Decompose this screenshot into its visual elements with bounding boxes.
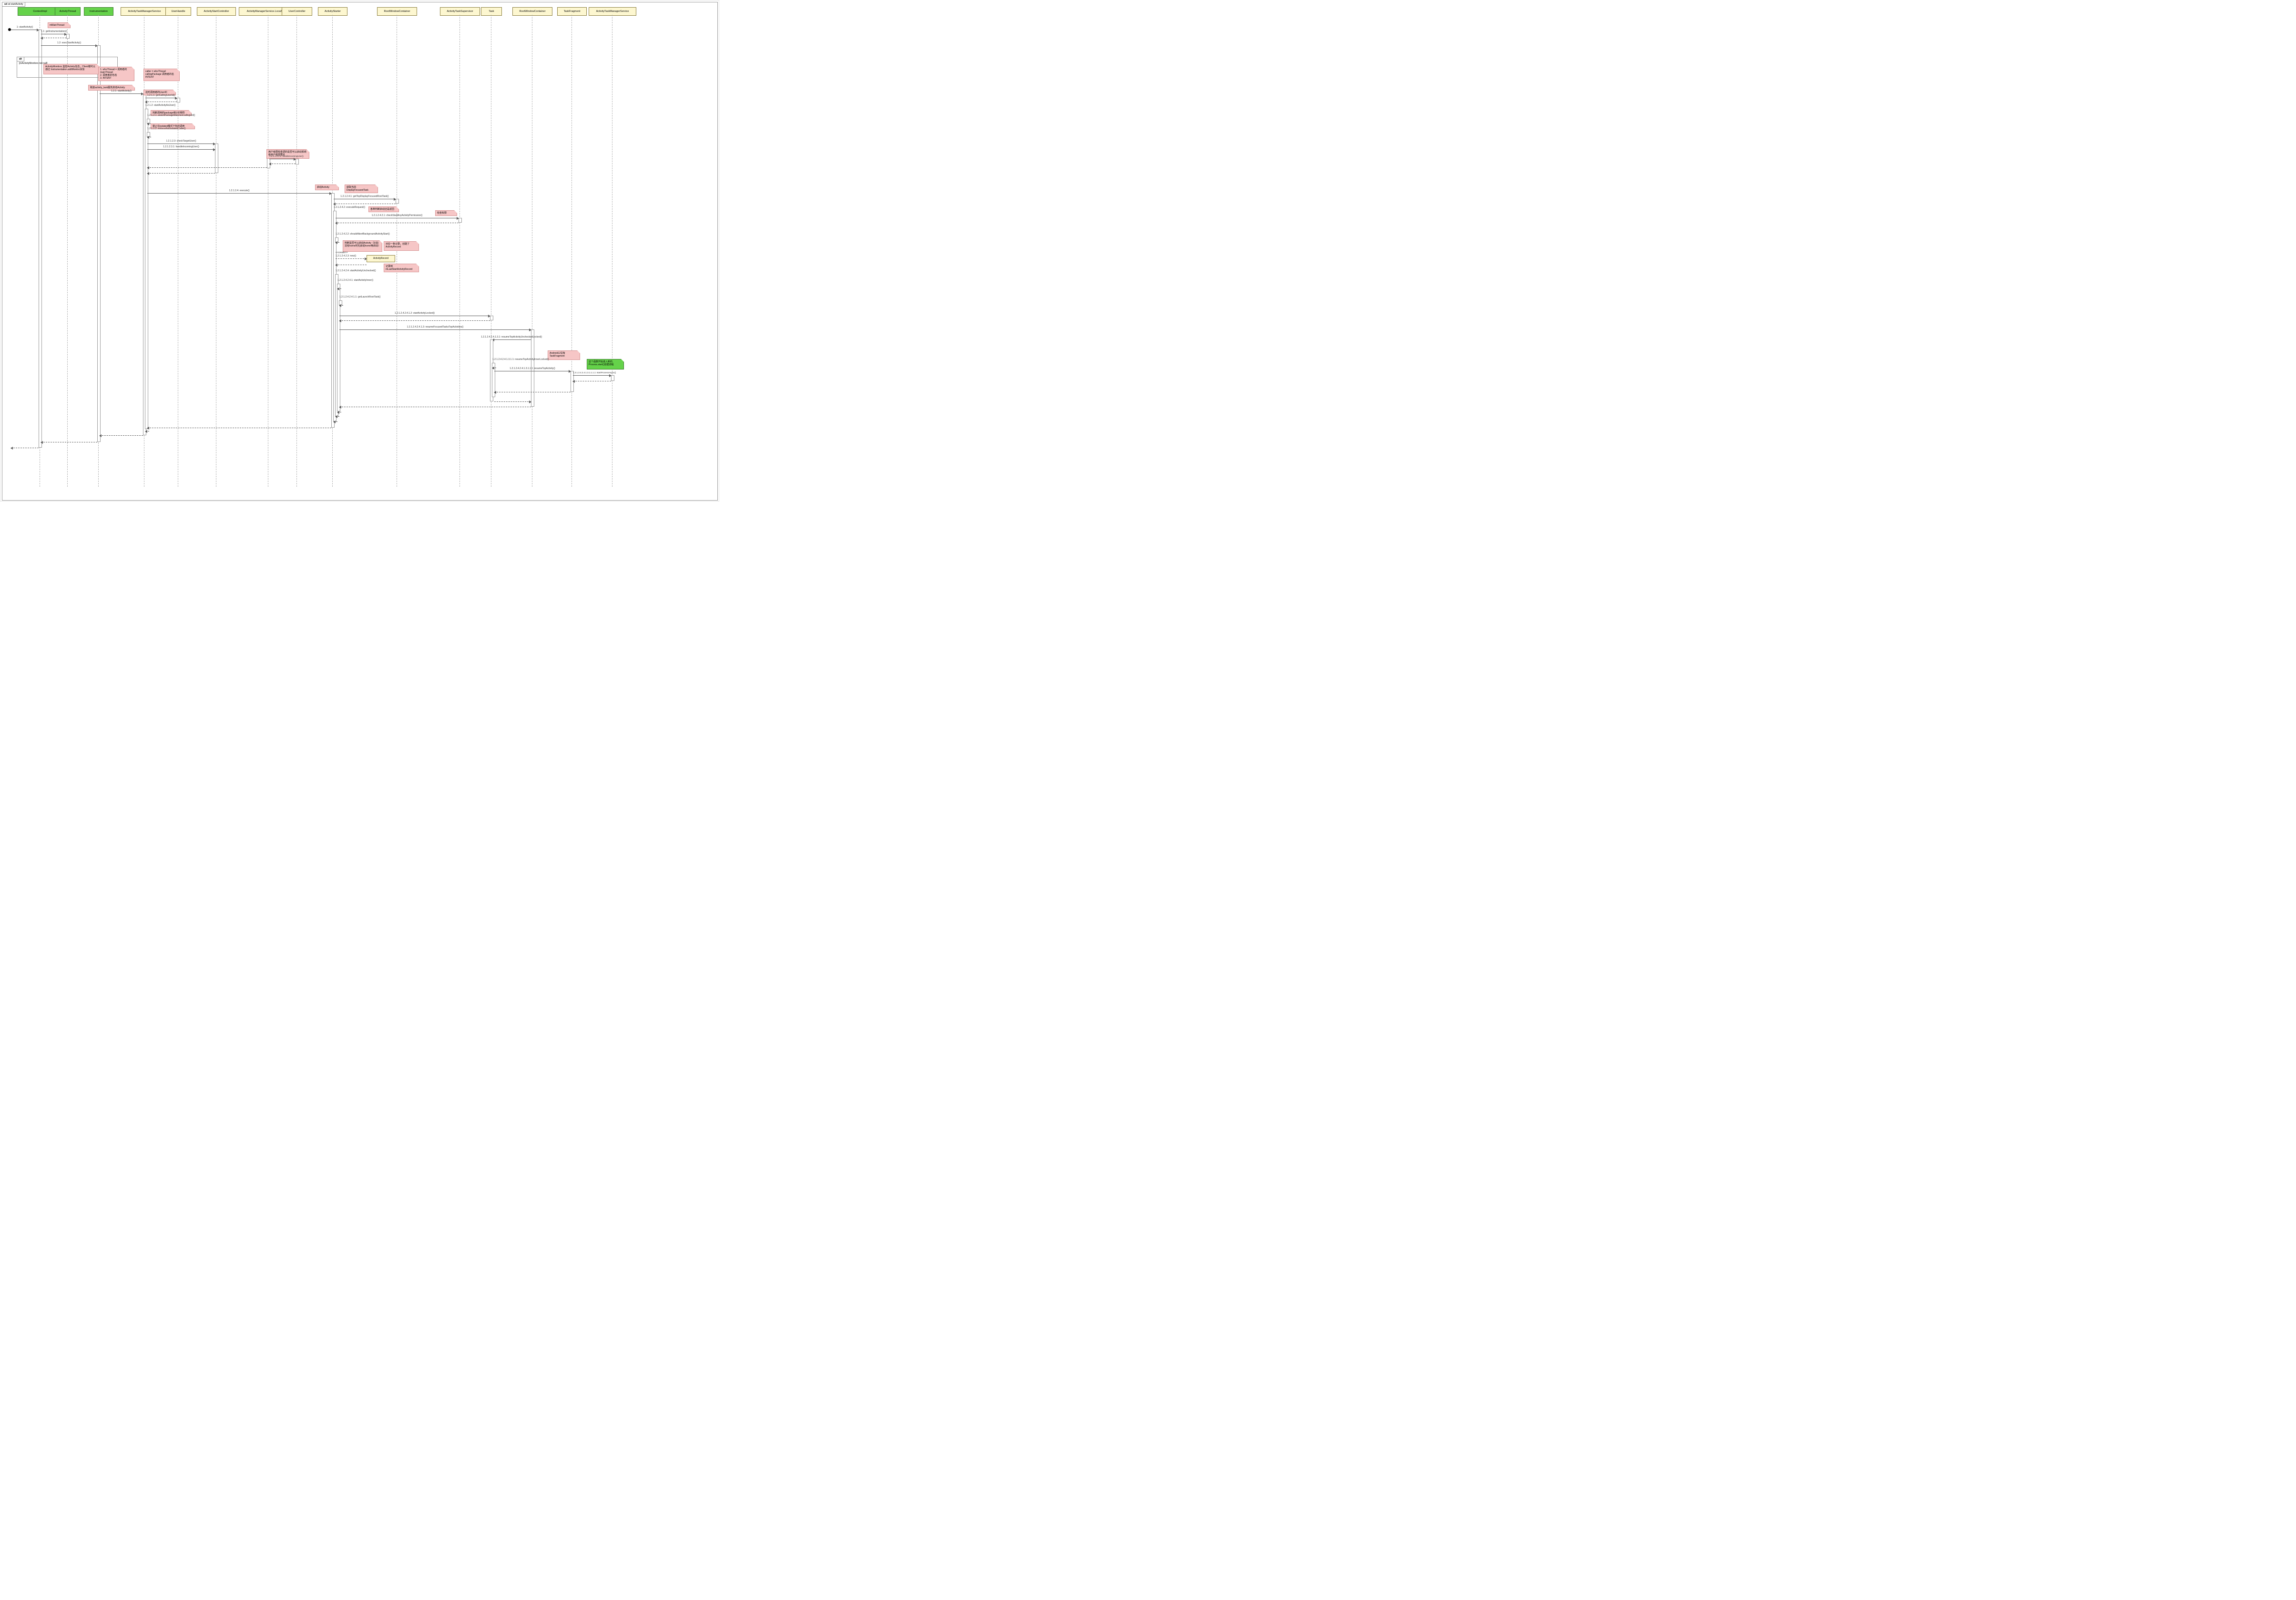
msg-label: 1.2.1.2.4.2.1: checkStartAnyActivityPerm… — [336, 214, 459, 217]
msg-label: 1.2.1: startActivity() — [100, 90, 143, 92]
ret — [145, 428, 149, 429]
participant-instrumentation: Instrumentation — [84, 7, 113, 16]
participant-activitythread: ActivityThread — [55, 7, 81, 16]
msg-label: 1: startActivity() — [11, 26, 39, 29]
msg-label: 1.2.1.2.4.2.4.1: startActivityInner() — [337, 279, 385, 282]
activation — [396, 199, 399, 204]
ret — [336, 239, 339, 240]
participant-usercontroller: UserController — [282, 7, 312, 16]
activation — [459, 218, 462, 223]
participant-rootwindow2: RootWindowContainer — [512, 7, 552, 16]
msg-resumetopactivity: 1.2.1.2.4.2.4.1.3.1.1.1: resumeTopActivi… — [494, 368, 571, 369]
sequence-diagram: sd sd startActivity ContextImpl Activity… — [0, 0, 719, 502]
sd-title: sd startActivity — [8, 3, 23, 6]
msg-label: 1.2.1.2.4.1: getTopDisplayFocusedRootTas… — [334, 195, 396, 198]
lifeline — [459, 15, 460, 487]
participant-rootwindow: RootWindowContainer — [377, 7, 417, 16]
msg-label: 1.2.1.2.4.2.4.1.3.1.1: resumeTopActivity… — [492, 358, 554, 361]
ret — [336, 413, 339, 414]
msg-label: 1.2.1.2.1: assertPackageMatchesCallingUi… — [147, 114, 190, 117]
note-permcheck: 各种判断启动还是返回 — [368, 206, 399, 212]
lifeline — [67, 15, 68, 487]
activation — [296, 159, 299, 164]
note-monitors: ActivityMonitors 监控Activity信息。Client端可以通… — [43, 64, 100, 74]
ret — [573, 378, 611, 379]
msg-label: 1.2.1.2.4.2.4.1.3.1: resumeTopActivityUn… — [464, 336, 559, 338]
alt-frame-label: alt — [17, 57, 24, 62]
msg-label: 1.2.1.2.4.2.4.1.3.1.1.1: resumeTopActivi… — [494, 367, 571, 370]
note-mainthread: mMainThread — [48, 22, 71, 28]
msg-label: 1.2.1.2.4.2.4.1.2: startActivityLocked() — [339, 312, 490, 315]
activation — [215, 144, 218, 173]
msg-label: 1.2.1.2.4.2.4.1.3: resumeFocusedTasksTop… — [339, 326, 531, 328]
participant-activitystarter: ActivityStarter — [318, 7, 347, 16]
activation — [66, 34, 70, 39]
activation — [611, 375, 614, 381]
msg-label: 1.2.1.2.4.2.4.1.1: getLaunchRootTask() — [339, 296, 392, 298]
note-activityrecord: 对应一条记录，创建了ActivityRecord — [384, 241, 419, 251]
msg-label: 1.2.1.2.3.1.1: handleIncomingUser() — [269, 155, 296, 157]
activation — [177, 98, 180, 103]
activation — [39, 30, 42, 448]
participant-taskfragment: TaskFragment — [557, 7, 587, 16]
msg-label: 1.2.1.2.3: checkTargetUser() — [147, 140, 215, 143]
participant-atms2: ActivityTaskManagerService — [589, 7, 636, 16]
ret — [494, 389, 571, 390]
note-gettop: 获取当前DisplayFocusedTask — [345, 185, 378, 193]
participant-asc: ActivityStartController — [197, 7, 236, 16]
note-finalstep: 这个函数开始进入新的Process.start()创建进程 — [587, 359, 624, 369]
msg-label: 1.2: execStartActivity() — [41, 41, 97, 44]
participant-task: Task — [481, 7, 502, 16]
participant-userhandle: UserHandle — [165, 7, 191, 16]
msg-label: 1.2.1.2.4.2: executeRequest() — [334, 206, 368, 209]
msg-label: 1.2.1.2.4.2.2: shouldAbortBackgroundActi… — [336, 233, 398, 236]
ret — [147, 164, 267, 165]
note-params1: 1. whoThread = 调用者的mainThread 2. 调用者的包名 … — [98, 67, 134, 81]
ret — [41, 439, 97, 440]
msg-1-2-1-2-2: 1.2.1.2.2: enforceNotIsolatedCaller() — [147, 128, 190, 129]
msg-label: 1.2.1.2.4.2.4.1.3.1.1.1.1: startProcessA… — [573, 371, 611, 374]
activation — [490, 316, 493, 320]
lifeline — [571, 15, 572, 487]
msg-label: 1.2.1.1: getCallingUserId() — [145, 94, 177, 97]
ret — [339, 302, 343, 303]
msg-1-2-1-2-4: 1.2.1.2.4: execute() — [147, 190, 331, 191]
msg-label: 1.2.1.2.3.1: handleIncomingUser() — [147, 145, 215, 148]
msg-label: 1.2.1.2.2: enforceNotIsolatedCaller() — [147, 127, 190, 130]
msg-label: 1.1: getInstrumentation() — [41, 30, 66, 33]
activation — [145, 109, 148, 429]
activityrecord-object: ActivityRecord — [367, 255, 395, 262]
note-laststart: 记录到mLastStartActivityRecord — [384, 264, 419, 272]
activation — [97, 45, 101, 442]
msg-label: 1.2.1.2.4.2.4: startActivityUnchecked() — [336, 269, 383, 272]
msg-label: 1.2.1.2.4: execute() — [147, 189, 331, 192]
msg-startprocessasync: 1.2.1.2.4.2.4.1.3.1.1.1.1: startProcessA… — [573, 372, 611, 373]
msg-label: <<create>> — [336, 251, 367, 254]
msg-label: 1.2.1.2.4.2.3: new() — [336, 255, 367, 257]
participant-atms: ActivityTaskManagerService — [121, 7, 168, 16]
sd-frame-label: sd sd startActivity — [2, 2, 25, 7]
msg-1-2: 1.2: execStartActivity() — [41, 42, 97, 43]
note-abortcheck: 判断是否可以启动Activity（比如没有home时先启动home等启动） — [343, 240, 382, 252]
note-params2: caller = whoThread callingPackage 调用者的名 … — [143, 69, 180, 81]
msg-1-2-1-2-3-1: 1.2.1.2.3.1: handleIncomingUser() — [147, 146, 215, 147]
note-usercheck: 用户级限检查调的是否可以启动系统级用户程需要关 — [266, 149, 309, 159]
lifeline — [296, 15, 297, 487]
ret — [337, 409, 341, 410]
msg-1-2-1-2-4-2-4: 1.2.1.2.4.2.4: startActivityUnchecked() — [336, 270, 383, 271]
msg-label: 1.2.1.2: startActivityAsUser() — [145, 104, 174, 107]
ret — [147, 170, 215, 171]
ret — [100, 432, 143, 433]
participant-atsup: ActivityTaskSupervisor — [440, 7, 480, 16]
